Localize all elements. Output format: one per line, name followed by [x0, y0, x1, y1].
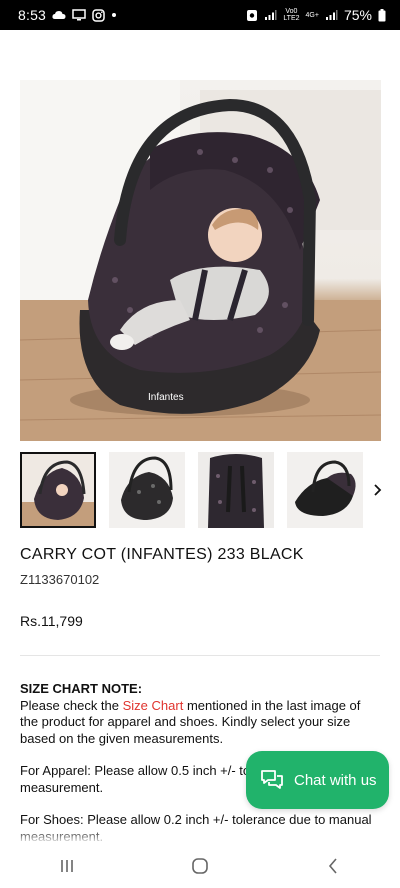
thumbnail-4-image [287, 452, 363, 528]
product-title: CARRY COT (INFANTES) 233 BLACK [20, 546, 304, 563]
size-chart-link[interactable]: Size Chart [123, 698, 184, 713]
product-image-illustration: Infantes [20, 80, 381, 441]
signal-icon [325, 9, 338, 21]
network-mid: LTE2 [283, 15, 300, 22]
divider [20, 655, 380, 656]
back-icon[interactable] [303, 844, 363, 888]
network-generation: 4G+ [305, 11, 319, 19]
thumbnail-2-image [109, 452, 185, 528]
dot-icon [111, 12, 117, 18]
chat-label: Chat with us [294, 771, 377, 789]
thumbnail-strip [20, 452, 400, 528]
signal-icon [264, 9, 277, 21]
battery-percent: 75% [343, 7, 372, 23]
content-fade [0, 832, 400, 844]
cloud-icon [52, 10, 66, 20]
product-price: Rs.11,799 [20, 613, 83, 629]
instagram-icon [92, 8, 105, 22]
status-time: 8:53 [18, 7, 47, 23]
thumbnail-4[interactable] [287, 452, 363, 528]
status-right: Vo0 LTE2 4G+ 75% [246, 7, 386, 23]
chat-bubble-icon [260, 769, 284, 791]
thumbnail-1-image [22, 454, 94, 526]
chevron-right-icon[interactable] [369, 480, 387, 500]
product-code: Z1133670102 [20, 572, 100, 587]
thumbnail-1[interactable] [20, 452, 96, 528]
app-notification-icon [246, 9, 258, 22]
system-nav-bar [0, 844, 400, 888]
network-label: Vo0 LTE2 [283, 8, 299, 22]
thumbnail-3[interactable] [198, 452, 274, 528]
note-paragraph: Please check the Size Chart mentioned in… [20, 698, 382, 748]
home-icon[interactable] [170, 844, 230, 888]
brand-mark: Infantes [148, 392, 184, 403]
battery-icon [378, 8, 386, 22]
note-heading: SIZE CHART NOTE: [20, 681, 143, 696]
status-bar: 8:53 Vo0 LTE2 4G+ 75% [0, 0, 400, 30]
thumbnail-3-image [198, 452, 274, 528]
thumbnail-2[interactable] [109, 452, 185, 528]
network-top: Vo0 [285, 8, 298, 15]
note-text-pre: Please check the [20, 697, 123, 713]
recent-apps-icon[interactable] [37, 844, 97, 888]
chat-with-us-button[interactable]: Chat with us [246, 751, 389, 809]
product-main-image[interactable]: Infantes [20, 80, 381, 441]
status-left: 8:53 [18, 7, 117, 23]
screen-cast-icon [72, 9, 86, 21]
